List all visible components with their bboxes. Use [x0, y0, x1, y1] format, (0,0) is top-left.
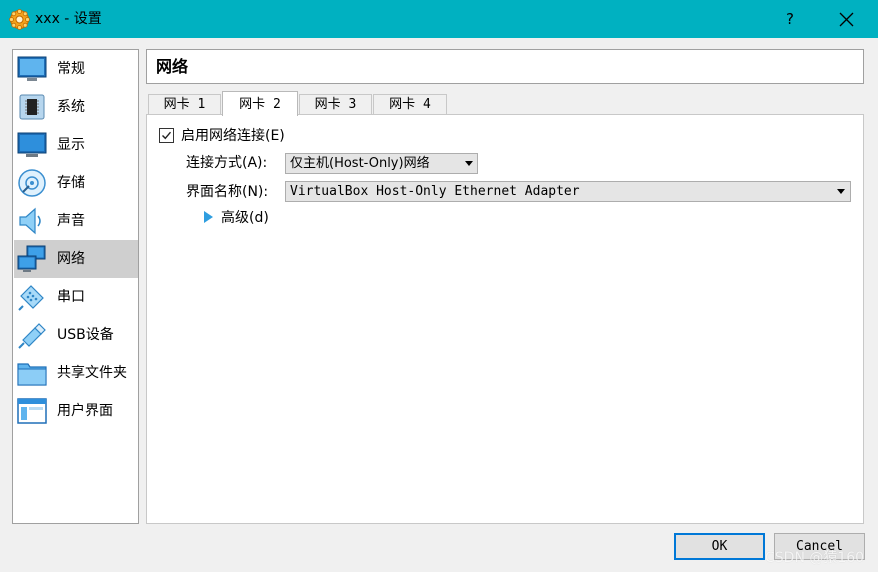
- sidebar-item-system[interactable]: 系统: [14, 88, 138, 126]
- sidebar-item-serial[interactable]: 串口: [14, 278, 138, 316]
- tab-adapter-2[interactable]: 网卡 2: [222, 91, 298, 116]
- watermark: CSDN @猿160: [765, 550, 865, 566]
- audio-speaker-icon: [19, 207, 41, 235]
- advanced-toggle[interactable]: 高级(d): [221, 208, 269, 228]
- sidebar-item-usb[interactable]: USB设备: [14, 316, 138, 354]
- settings-category-list: 常规 系统 显示 存储 声音 网络 串口 USB设备 共享文件夹 用户界面: [12, 49, 139, 524]
- display-monitor-icon: [17, 132, 47, 157]
- sidebar-item-label: 显示: [57, 137, 85, 153]
- sidebar-item-audio[interactable]: 声音: [14, 202, 138, 240]
- sidebar-item-storage[interactable]: 存储: [14, 164, 138, 202]
- checkmark-icon: [162, 131, 172, 140]
- sidebar-item-label: 网络: [57, 251, 85, 267]
- sidebar-item-user-interface[interactable]: 用户界面: [14, 392, 138, 430]
- window-title: xxx - 设置: [35, 11, 102, 27]
- enable-network-label[interactable]: 启用网络连接(E): [181, 126, 285, 146]
- help-button[interactable]: ?: [764, 0, 816, 38]
- attached-to-label: 连接方式(A):: [186, 155, 268, 171]
- system-chip-icon: [19, 94, 45, 120]
- gear-icon: [9, 9, 30, 30]
- sidebar-item-shared-folders[interactable]: 共享文件夹: [14, 354, 138, 392]
- close-icon: [839, 12, 854, 27]
- title-bar: xxx - 设置 ?: [0, 0, 878, 38]
- attached-to-select[interactable]: 仅主机(Host-Only)网络: [285, 153, 478, 174]
- sidebar-item-label: 用户界面: [57, 403, 113, 419]
- adapter-name-select[interactable]: VirtualBox Host-Only Ethernet Adapter: [285, 181, 851, 202]
- network-icon: [17, 245, 46, 272]
- tab-adapter-3[interactable]: 网卡 3: [299, 94, 372, 115]
- chevron-down-icon: [465, 161, 473, 166]
- tab-adapter-4[interactable]: 网卡 4: [373, 94, 447, 115]
- page-header: 网络: [146, 49, 864, 84]
- adapter-panel: [146, 114, 864, 524]
- chevron-down-icon: [837, 189, 845, 194]
- sidebar-item-general[interactable]: 常规: [14, 50, 138, 88]
- adapter-name-label: 界面名称(N):: [186, 184, 269, 200]
- tab-adapter-1[interactable]: 网卡 1: [148, 94, 221, 115]
- sidebar-item-label: 声音: [57, 213, 85, 229]
- sidebar-item-network[interactable]: 网络: [14, 240, 138, 278]
- sidebar-item-display[interactable]: 显示: [14, 126, 138, 164]
- sidebar-item-label: 系统: [57, 99, 85, 115]
- expand-arrow-icon[interactable]: [204, 211, 213, 223]
- ok-button[interactable]: OK: [674, 533, 765, 560]
- shared-folder-icon: [17, 363, 47, 386]
- sidebar-item-label: USB设备: [57, 327, 114, 343]
- close-button[interactable]: [820, 0, 874, 38]
- attached-to-value: 仅主机(Host-Only)网络: [290, 156, 430, 171]
- general-monitor-icon: [17, 56, 47, 81]
- sidebar-item-label: 串口: [57, 289, 85, 305]
- enable-network-checkbox[interactable]: [159, 128, 174, 143]
- serial-port-icon: [18, 285, 44, 311]
- sidebar-item-label: 存储: [57, 175, 85, 191]
- sidebar-item-label: 常规: [57, 61, 85, 77]
- page-title: 网络: [156, 57, 189, 76]
- usb-icon: [18, 323, 46, 349]
- adapter-name-value: VirtualBox Host-Only Ethernet Adapter: [290, 184, 580, 199]
- storage-disk-icon: [18, 169, 46, 197]
- sidebar-item-label: 共享文件夹: [57, 365, 127, 381]
- user-interface-icon: [17, 398, 47, 424]
